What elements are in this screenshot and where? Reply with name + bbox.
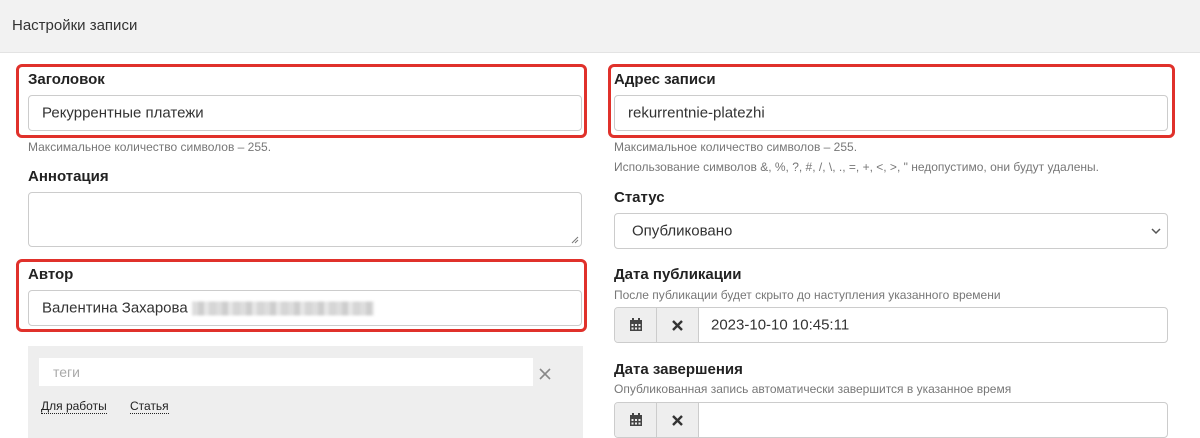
tag-item[interactable]: Статья bbox=[130, 400, 169, 414]
publish-date-calendar-button[interactable] bbox=[615, 308, 657, 342]
close-icon bbox=[672, 414, 683, 426]
title-label: Заголовок bbox=[28, 71, 105, 88]
calendar-icon bbox=[629, 413, 642, 426]
publish-date-value: 2023-10-10 10:45:11 bbox=[711, 316, 850, 334]
redacted-blur bbox=[191, 301, 374, 316]
title-input[interactable]: Рекуррентные платежи bbox=[28, 95, 582, 131]
publish-date-label: Дата публикации bbox=[614, 266, 742, 283]
calendar-icon bbox=[629, 318, 642, 331]
publish-date-input[interactable]: 2023-10-10 10:45:11 bbox=[614, 307, 1168, 343]
close-icon[interactable] bbox=[539, 368, 551, 380]
end-date-clear-button[interactable] bbox=[657, 403, 699, 437]
tag-item[interactable]: Для работы bbox=[41, 400, 107, 414]
status-select[interactable]: Опубликовано bbox=[614, 213, 1168, 249]
title-help: Максимальное количество символов – 255. bbox=[28, 140, 272, 154]
author-label: Автор bbox=[28, 266, 74, 283]
author-input[interactable]: Валентина Захарова bbox=[28, 290, 582, 326]
chevron-down-icon bbox=[1151, 228, 1161, 235]
publish-date-help: После публикации будет скрыто до наступл… bbox=[614, 288, 1001, 302]
author-input-value: Валентина Захарова bbox=[42, 299, 188, 317]
status-select-value: Опубликовано bbox=[632, 222, 733, 240]
end-date-label: Дата завершения bbox=[614, 361, 743, 378]
settings-header: Настройки записи bbox=[0, 0, 1200, 53]
slug-input-value: rekurrentnie-platezhi bbox=[628, 104, 765, 122]
tags-input[interactable]: теги bbox=[39, 358, 533, 386]
close-icon bbox=[672, 319, 683, 331]
status-label: Статус bbox=[614, 189, 665, 206]
annotation-label: Аннотация bbox=[28, 168, 109, 185]
slug-label: Адрес записи bbox=[614, 71, 716, 88]
slug-input[interactable]: rekurrentnie-platezhi bbox=[614, 95, 1168, 131]
slug-help-length: Максимальное количество символов – 255. bbox=[614, 140, 858, 154]
tags-placeholder: теги bbox=[53, 364, 80, 380]
resize-handle-icon[interactable] bbox=[571, 236, 579, 244]
title-input-value: Рекуррентные платежи bbox=[42, 104, 204, 122]
slug-help-chars: Использование символов &, %, ?, #, /, \,… bbox=[614, 160, 1099, 174]
end-date-calendar-button[interactable] bbox=[615, 403, 657, 437]
tags-panel: теги Для работы Статья bbox=[28, 346, 583, 438]
header-title: Настройки записи bbox=[12, 17, 138, 34]
annotation-textarea[interactable] bbox=[28, 192, 582, 247]
publish-date-clear-button[interactable] bbox=[657, 308, 699, 342]
end-date-help: Опубликованная запись автоматически заве… bbox=[614, 382, 1012, 396]
end-date-input[interactable] bbox=[614, 402, 1168, 438]
